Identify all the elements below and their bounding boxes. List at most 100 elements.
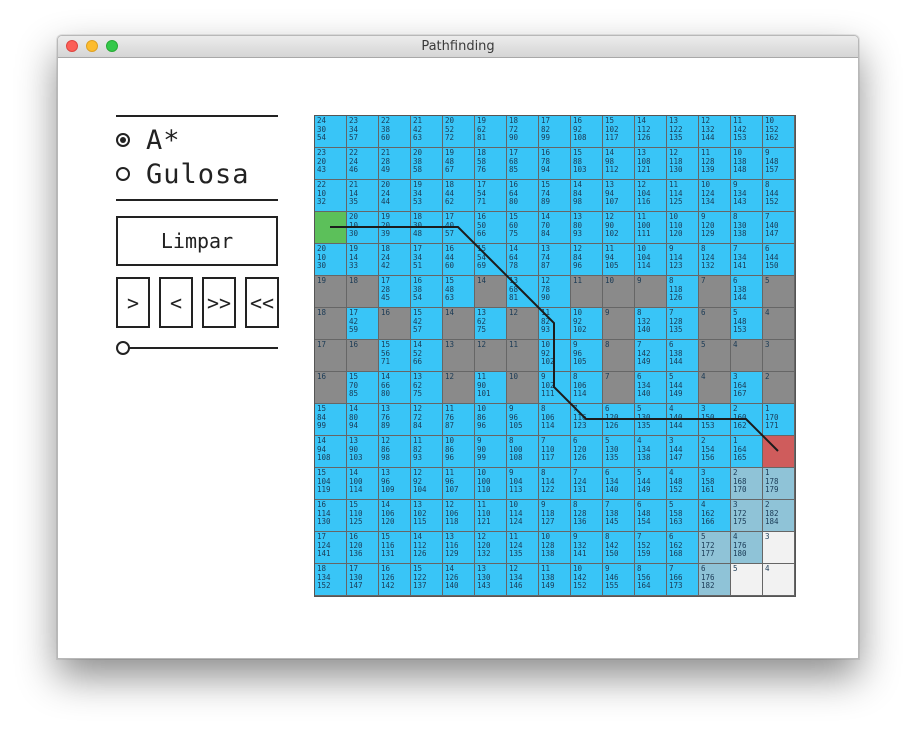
grid-cell-wall[interactable]: 12: [475, 340, 507, 372]
grid-cell-open[interactable]: 11 142 153: [731, 116, 763, 148]
grid-cell-open[interactable]: 12 134 146: [507, 564, 539, 596]
grid-cell-open[interactable]: 14 94 108: [315, 436, 347, 468]
grid-cell-start[interactable]: [315, 212, 347, 244]
grid-cell-open[interactable]: 16 64 80: [507, 180, 539, 212]
grid-cell-open[interactable]: 7 110 117: [539, 436, 571, 468]
grid-cell-open[interactable]: 5 130 135: [603, 436, 635, 468]
grid-cell-open[interactable]: 17 40 57: [443, 212, 475, 244]
radio-astar[interactable]: A*: [116, 125, 181, 156]
grid-cell-open[interactable]: 20 38 58: [411, 148, 443, 180]
grid-cell-wall[interactable]: 5: [699, 340, 731, 372]
grid-cell-open[interactable]: 16 78 94: [539, 148, 571, 180]
grid-cell-open[interactable]: 20 24 44: [379, 180, 411, 212]
grid-cell-open[interactable]: 12 90 102: [603, 212, 635, 244]
grid-cell-open[interactable]: 16 120 136: [347, 532, 379, 564]
grid-cell-open[interactable]: 10 124 134: [699, 180, 731, 212]
grid-cell-open[interactable]: 10 128 138: [539, 532, 571, 564]
grid-cell-open[interactable]: 8 106 114: [571, 372, 603, 404]
grid-cell-open[interactable]: 15 84 99: [315, 404, 347, 436]
grid-cell-closed[interactable]: 2 182 184: [763, 500, 795, 532]
grid-cell-open[interactable]: 7 140 147: [763, 212, 795, 244]
grid-cell-open[interactable]: 16 44 60: [443, 244, 475, 276]
grid-cell-open[interactable]: 11 114 125: [667, 180, 699, 212]
grid-cell-open[interactable]: 23 20 43: [315, 148, 347, 180]
grid-cell-open[interactable]: 8 128 136: [571, 500, 603, 532]
grid-cell-open[interactable]: 15 54 69: [475, 244, 507, 276]
grid-cell-wall[interactable]: 12: [507, 308, 539, 340]
grid-cell-closed[interactable]: 6 176 182: [699, 564, 731, 596]
grid-cell-open[interactable]: 18 58 76: [475, 148, 507, 180]
grid-cell-open[interactable]: 10 110 120: [667, 212, 699, 244]
grid-cell-empty[interactable]: 4: [763, 564, 795, 596]
grid-cell-open[interactable]: 12 104 116: [635, 180, 667, 212]
grid-cell-wall[interactable]: 14: [443, 308, 475, 340]
radio-gulosa[interactable]: Gulosa: [116, 159, 250, 190]
grid-cell-open[interactable]: 15 74 89: [539, 180, 571, 212]
grid-cell-open[interactable]: 5 158 163: [667, 500, 699, 532]
grid-cell-open[interactable]: 11 124 135: [507, 532, 539, 564]
grid-cell-open[interactable]: 9 114 123: [667, 244, 699, 276]
grid-cell-open[interactable]: 8 142 150: [603, 532, 635, 564]
grid-cell-open[interactable]: 14 100 114: [347, 468, 379, 500]
grid-cell-open[interactable]: 1 170 171: [763, 404, 795, 436]
grid-cell-wall[interactable]: 5: [763, 276, 795, 308]
grid-cell-open[interactable]: 6 120 126: [603, 404, 635, 436]
grid-cell-open[interactable]: 14 70 84: [539, 212, 571, 244]
grid-cell-open[interactable]: 12 120 132: [475, 532, 507, 564]
grid-cell-open[interactable]: 20 52 72: [443, 116, 475, 148]
grid-cell-open[interactable]: 18 30 48: [411, 212, 443, 244]
grid-cell-closed[interactable]: 1 178 179: [763, 468, 795, 500]
grid-cell-open[interactable]: 11 100 111: [635, 212, 667, 244]
grid-cell-open[interactable]: 16 38 54: [411, 276, 443, 308]
grid-cell-open[interactable]: 20 10 30: [347, 212, 379, 244]
grid-cell-open[interactable]: 22 38 60: [379, 116, 411, 148]
grid-cell-open[interactable]: 6 134 140: [635, 372, 667, 404]
grid-cell-open[interactable]: 9 134 143: [731, 180, 763, 212]
grid-cell-open[interactable]: 3 158 161: [699, 468, 731, 500]
grid-cell-open[interactable]: 8 156 164: [635, 564, 667, 596]
grid-cell-open[interactable]: 10 152 162: [763, 116, 795, 148]
grid-cell-open[interactable]: 11 82 93: [539, 308, 571, 340]
grid-cell-wall[interactable]: 18: [315, 308, 347, 340]
grid-cell-open[interactable]: 15 122 137: [411, 564, 443, 596]
grid-cell-open[interactable]: 9 96 105: [571, 340, 603, 372]
grid-cell-wall[interactable]: 16: [347, 340, 379, 372]
grid-cell-open[interactable]: 11 76 87: [443, 404, 475, 436]
grid-cell-open[interactable]: 18 44 62: [443, 180, 475, 212]
grid-cell-open[interactable]: 3 144 147: [667, 436, 699, 468]
grid-cell-open[interactable]: 8 132 140: [635, 308, 667, 340]
grid-cell-open[interactable]: 9 90 99: [475, 436, 507, 468]
grid-cell-wall[interactable]: 13: [443, 340, 475, 372]
grid-cell-open[interactable]: 11 110 121: [475, 500, 507, 532]
grid-cell-open[interactable]: 4 162 166: [699, 500, 731, 532]
grid-cell-open[interactable]: 12 106 118: [443, 500, 475, 532]
grid-cell-wall[interactable]: 11: [507, 340, 539, 372]
grid-cell-closed[interactable]: 2 168 170: [731, 468, 763, 500]
grid-cell-open[interactable]: 10 86 96: [475, 404, 507, 436]
grid-cell-open[interactable]: 13 122 135: [667, 116, 699, 148]
grid-cell-open[interactable]: 14 84 98: [571, 180, 603, 212]
grid-cell-open[interactable]: 13 102 115: [411, 500, 443, 532]
speed-slider-knob[interactable]: [116, 341, 130, 355]
grid-cell-open[interactable]: 10 92 102: [571, 308, 603, 340]
grid-cell-open[interactable]: 12 86 98: [379, 436, 411, 468]
grid-cell-open[interactable]: 13 94 107: [603, 180, 635, 212]
grid-cell-open[interactable]: 9 118 127: [539, 500, 571, 532]
grid-cell-open[interactable]: 7 124 131: [571, 468, 603, 500]
grid-cell-open[interactable]: 10 142 152: [571, 564, 603, 596]
grid-cell-open[interactable]: 1 164 165: [731, 436, 763, 468]
grid-cell-wall[interactable]: 4: [699, 372, 731, 404]
grid-cell-open[interactable]: 9 102 111: [539, 372, 571, 404]
speed-slider-track[interactable]: [120, 347, 278, 349]
grid-cell-open[interactable]: 19 62 81: [475, 116, 507, 148]
grid-cell-open[interactable]: 7 166 173: [667, 564, 699, 596]
grid-cell-open[interactable]: 4 134 138: [635, 436, 667, 468]
grid-cell-open[interactable]: 16 50 66: [475, 212, 507, 244]
grid-cell-wall[interactable]: 6: [699, 308, 731, 340]
grid-cell-open[interactable]: 19 14 33: [347, 244, 379, 276]
grid-cell-open[interactable]: 12 92 104: [411, 468, 443, 500]
grid-cell-open[interactable]: 11 96 107: [443, 468, 475, 500]
grid-cell-open[interactable]: 12 84 96: [571, 244, 603, 276]
grid-cell-open[interactable]: 22 24 46: [347, 148, 379, 180]
grid-cell-open[interactable]: 9 132 141: [571, 532, 603, 564]
